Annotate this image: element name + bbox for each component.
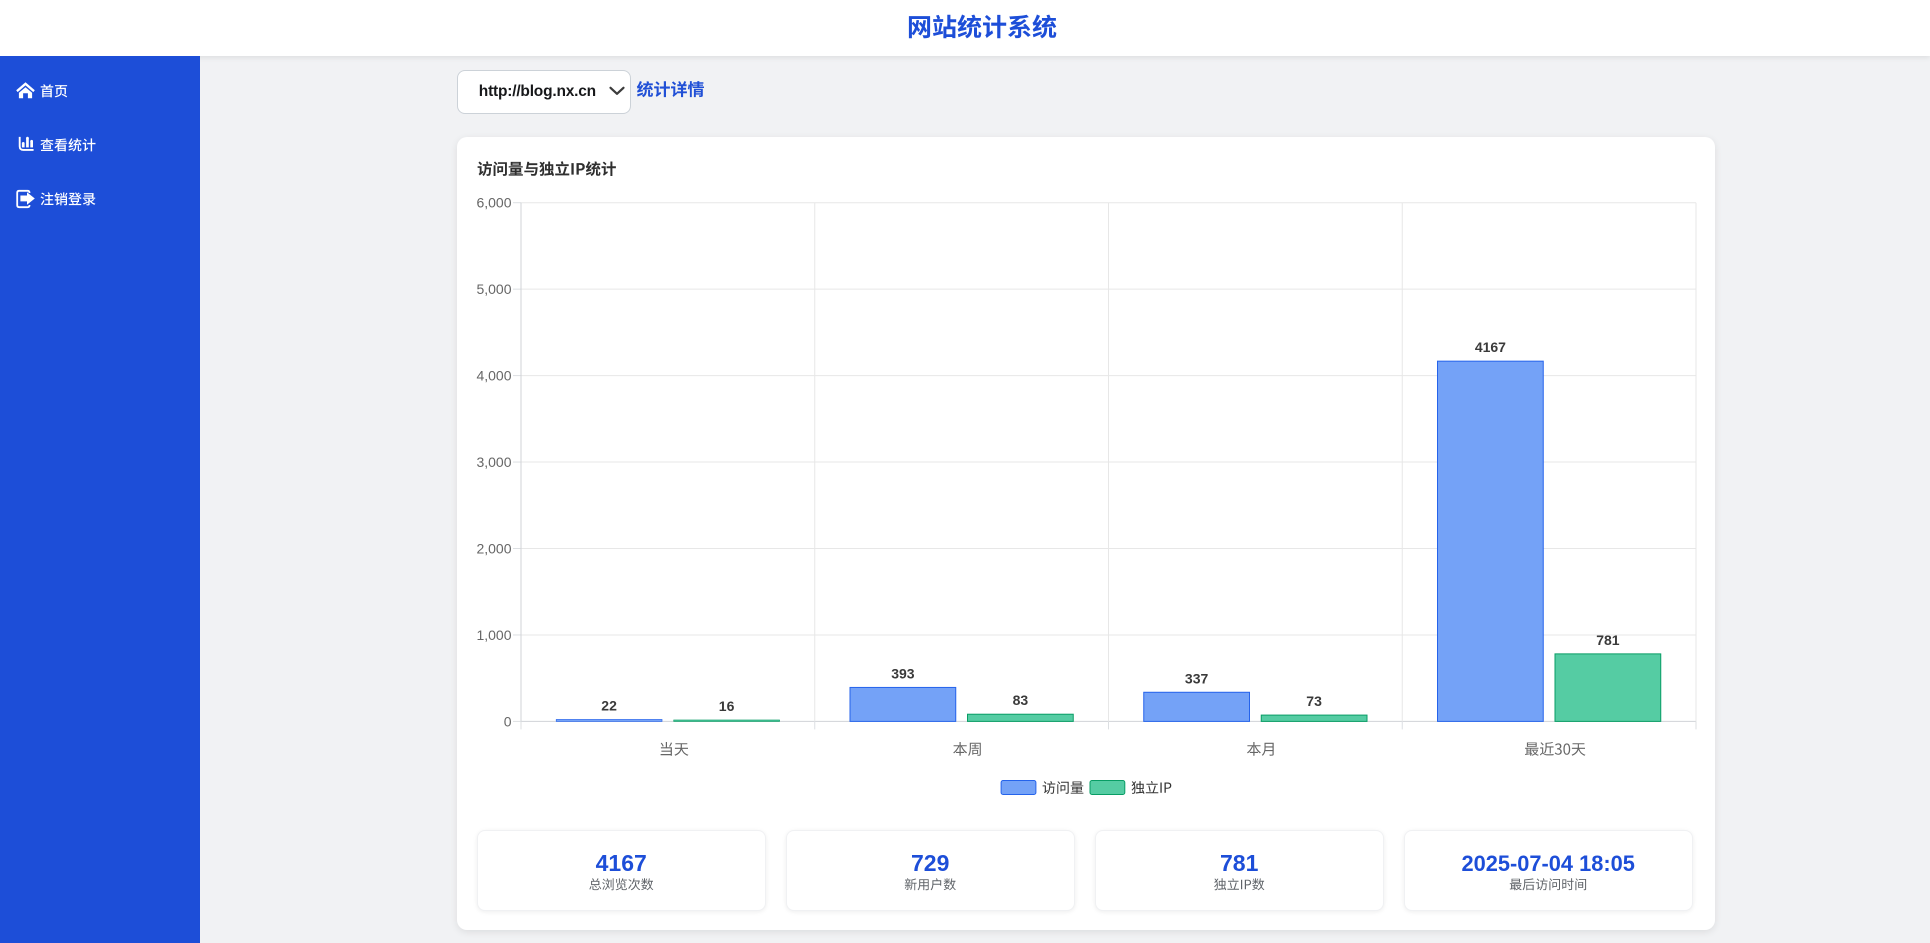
svg-text:3,000: 3,000 (476, 454, 511, 470)
svg-text:4167: 4167 (596, 850, 647, 876)
svg-text:2,000: 2,000 (476, 541, 511, 557)
svg-text:393: 393 (891, 665, 915, 681)
svg-text:781: 781 (1220, 850, 1259, 876)
svg-text:16: 16 (719, 698, 735, 714)
svg-text:4,000: 4,000 (476, 368, 511, 384)
svg-text:4167: 4167 (1475, 339, 1506, 355)
svg-text:781: 781 (1596, 632, 1620, 648)
svg-text:22: 22 (601, 698, 617, 714)
svg-text:337: 337 (1185, 670, 1209, 686)
svg-text:5,000: 5,000 (476, 281, 511, 297)
svg-text:0: 0 (504, 713, 512, 729)
svg-text:6,000: 6,000 (476, 195, 511, 211)
svg-text:73: 73 (1306, 693, 1322, 709)
svg-text:2025-07-04 18:05: 2025-07-04 18:05 (1462, 851, 1635, 876)
svg-text:729: 729 (911, 850, 949, 876)
svg-text:1,000: 1,000 (476, 627, 511, 643)
svg-text:83: 83 (1013, 692, 1029, 708)
